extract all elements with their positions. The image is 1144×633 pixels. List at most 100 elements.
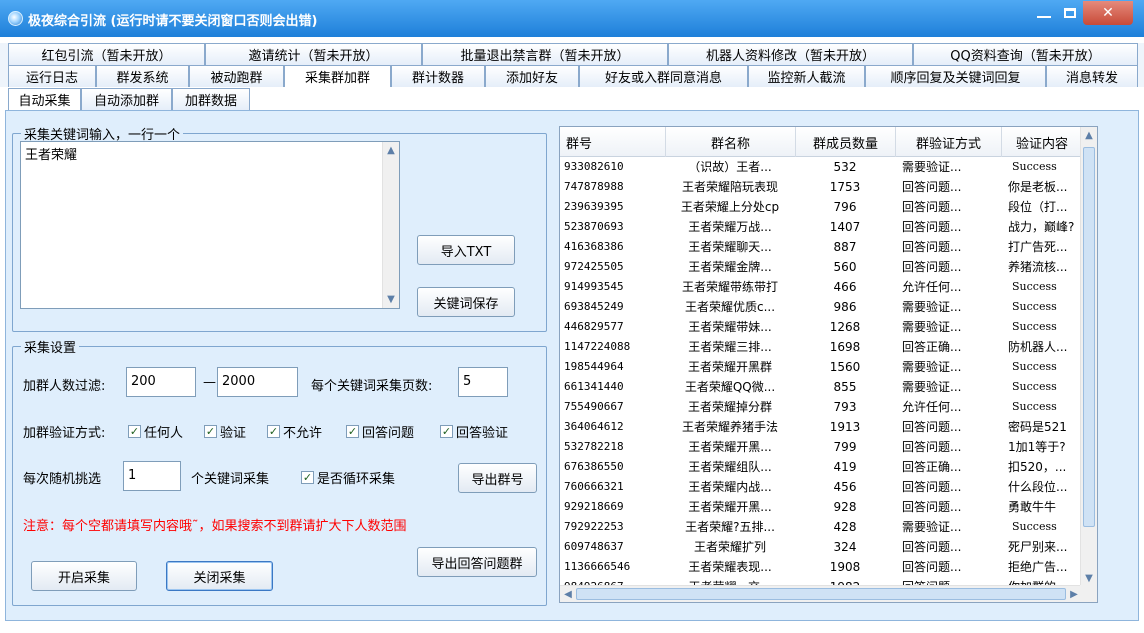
cell-group-name: 王者荣耀开黑...	[688, 500, 772, 514]
cell-verify-method: 回答问题...	[902, 560, 962, 574]
member-min-input[interactable]: 200	[126, 367, 196, 397]
check-icon: ✓	[346, 425, 359, 438]
tab-collect-join[interactable]: 采集群加群	[284, 65, 391, 87]
start-collect-button[interactable]: 开启采集	[31, 561, 137, 591]
import-txt-button[interactable]: 导入TXT	[417, 235, 515, 265]
table-row[interactable]: 1147224088 王者荣耀三排... 1698 回答正确... 防机器人...	[560, 337, 1081, 357]
member-max-input[interactable]: 2000	[217, 367, 298, 397]
col-header-verify-content[interactable]: 验证内容	[1002, 127, 1082, 157]
loop-collect-label: 是否循环采集	[317, 472, 396, 487]
tab-friend-accept[interactable]: 好友或入群同意消息	[579, 65, 748, 87]
table-row[interactable]: 760666321 王者荣耀内战... 456 回答问题... 什么段位...	[560, 477, 1081, 497]
cell-member-count: 1268	[829, 320, 861, 334]
table-scroll-left-icon[interactable]: ◀	[560, 586, 576, 602]
table-row[interactable]: 693845249 王者荣耀优质c... 986 需要验证... Success	[560, 297, 1081, 317]
tab-keyword-reply[interactable]: 顺序回复及关键词回复	[865, 65, 1046, 87]
cell-group-name: 王者荣耀QQ微...	[684, 380, 776, 394]
subtab-group-data[interactable]: 加群数据	[172, 88, 250, 110]
keyword-scrollbar[interactable]: ▲ ▼	[382, 142, 399, 308]
tab-batch-exit[interactable]: 批量退出禁言群（暂未开放）	[422, 43, 668, 65]
subtab-auto-add-group[interactable]: 自动添加群	[81, 88, 172, 110]
loop-collect-checkbox[interactable]: ✓ 是否循环采集	[301, 468, 395, 487]
tab-row-1: 红包引流（暂未开放） 邀请统计（暂未开放） 批量退出禁言群（暂未开放） 机器人资…	[0, 43, 1144, 65]
cell-verify-content: 战力，巅峰?	[1008, 220, 1075, 234]
check-icon: ✓	[301, 471, 314, 484]
table-row[interactable]: 239639395 王者荣耀上分处cp 796 回答问题... 段位（打...	[560, 197, 1081, 217]
table-row[interactable]: 198544964 王者荣耀开黑群 1560 需要验证... Success	[560, 357, 1081, 377]
cell-group-name: 王者荣耀扩列	[693, 540, 766, 554]
table-row[interactable]: 364064612 王者荣耀养猪手法 1913 回答问题... 密码是521	[560, 417, 1081, 437]
table-row[interactable]: 661341440 王者荣耀QQ微... 855 需要验证... Success	[560, 377, 1081, 397]
verify-anyone-checkbox[interactable]: ✓ 任何人	[128, 422, 183, 441]
pages-input[interactable]: 5	[458, 367, 508, 397]
export-groups-button[interactable]: 导出群号	[458, 463, 537, 493]
stop-collect-button[interactable]: 关闭采集	[166, 561, 273, 591]
table-row[interactable]: 755490667 王者荣耀掉分群 793 允许任何... Success	[560, 397, 1081, 417]
cell-verify-content: Success	[1012, 360, 1057, 373]
cell-group-name: 王者荣耀带妹...	[688, 320, 772, 334]
verify-disallow-checkbox[interactable]: ✓ 不允许	[267, 422, 322, 441]
tab-invite-stats[interactable]: 邀请统计（暂未开放）	[205, 43, 422, 65]
table-row[interactable]: 1136666546 王者荣耀表现... 1908 回答问题... 拒绝广告...	[560, 557, 1081, 577]
results-table[interactable]: 群号 群名称 群成员数量 群验证方式 验证内容 933082610 （识故）王者.…	[559, 126, 1098, 603]
col-header-verify-method[interactable]: 群验证方式	[896, 127, 1002, 157]
cell-group-id: 792922253	[564, 520, 624, 533]
table-vertical-thumb[interactable]	[1083, 147, 1095, 527]
col-header-member-count[interactable]: 群成员数量	[796, 127, 896, 157]
subtab-auto-collect[interactable]: 自动采集	[8, 88, 81, 110]
table-row[interactable]: 523870693 王者荣耀万战... 1407 回答问题... 战力，巅峰?	[560, 217, 1081, 237]
table-row[interactable]: 609748637 王者荣耀扩列 324 回答问题... 死尸别来...	[560, 537, 1081, 557]
tab-mass-send[interactable]: 群发系统	[96, 65, 189, 87]
tab-robot-profile[interactable]: 机器人资料修改（暂未开放）	[668, 43, 913, 65]
table-row[interactable]: 929218669 王者荣耀开黑... 928 回答问题... 勇敢牛牛	[560, 497, 1081, 517]
verify-answer-verify-checkbox[interactable]: ✓ 回答验证	[440, 422, 508, 441]
tab-group-counter[interactable]: 群计数器	[391, 65, 485, 87]
random-pick-input[interactable]: 1	[123, 461, 181, 491]
cell-group-name: （识故）王者...	[688, 160, 772, 174]
table-row[interactable]: 416368386 王者荣耀聊天... 887 回答问题... 打广告死...	[560, 237, 1081, 257]
save-keywords-button[interactable]: 关键词保存	[417, 287, 515, 317]
cell-group-id: 198544964	[564, 360, 624, 373]
scroll-down-icon[interactable]: ▼	[383, 291, 399, 308]
table-row[interactable]: 676386550 王者荣耀组队... 419 回答正确... 扣520，...	[560, 457, 1081, 477]
keyword-textarea[interactable]: 王者荣耀 ▲ ▼	[20, 141, 400, 309]
cell-verify-method: 回答正确...	[902, 460, 962, 474]
table-row[interactable]: 972425505 王者荣耀金牌... 560 回答问题... 养猪流核...	[560, 257, 1081, 277]
tab-passive-run[interactable]: 被动跑群	[189, 65, 284, 87]
verify-answer-checkbox[interactable]: ✓ 回答问题	[346, 422, 414, 441]
cell-verify-content: Success	[1012, 400, 1057, 413]
scroll-up-icon[interactable]: ▲	[383, 142, 399, 159]
table-horizontal-scrollbar[interactable]: ◀ ▶	[560, 585, 1082, 602]
tab-run-log[interactable]: 运行日志	[8, 65, 96, 87]
export-qa-button[interactable]: 导出回答问题群	[417, 547, 537, 577]
tab-qq-query[interactable]: QQ资料查询（暂未开放）	[913, 43, 1138, 65]
table-row[interactable]: 446829577 王者荣耀带妹... 1268 需要验证... Success	[560, 317, 1081, 337]
table-horizontal-thumb[interactable]	[576, 588, 1066, 600]
table-row[interactable]: 747878988 王者荣耀陪玩表现 1753 回答问题... 你是老板...	[560, 177, 1081, 197]
table-vertical-scrollbar[interactable]: ▲ ▼	[1080, 127, 1097, 587]
title-bar: 极夜综合引流 (运行时请不要关闭窗口否则会出错) ✕	[0, 0, 1144, 37]
cell-group-name: 王者荣耀上分处cp	[680, 200, 780, 214]
table-row[interactable]: 532782218 王者荣耀开黑... 799 回答问题... 1加1等于?	[560, 437, 1081, 457]
table-row[interactable]: 933082610 （识故）王者... 532 需要验证... Success	[560, 157, 1081, 177]
close-button[interactable]: ✕	[1083, 1, 1133, 25]
tab-monitor-newcomer[interactable]: 监控新人截流	[748, 65, 865, 87]
cell-verify-method: 需要验证...	[902, 520, 962, 534]
cell-group-name: 王者荣耀陪玩表现	[681, 180, 778, 194]
table-row[interactable]: 914993545 王者荣耀带练带打 466 允许任何... Success	[560, 277, 1081, 297]
tab-add-friend[interactable]: 添加好友	[485, 65, 579, 87]
table-scroll-up-icon[interactable]: ▲	[1081, 127, 1097, 144]
cell-group-id: 446829577	[564, 320, 624, 333]
minimize-button[interactable]	[1031, 1, 1057, 25]
tab-forward[interactable]: 消息转发	[1046, 65, 1138, 87]
col-header-group-id[interactable]: 群号	[560, 127, 666, 157]
verify-verify-checkbox[interactable]: ✓ 验证	[204, 422, 246, 441]
table-row[interactable]: 792922253 王者荣耀?五排... 428 需要验证... Success	[560, 517, 1081, 537]
tab-hongbao[interactable]: 红包引流（暂未开放）	[8, 43, 205, 65]
maximize-button[interactable]	[1057, 1, 1083, 25]
cell-verify-content: 什么段位...	[1008, 480, 1068, 494]
app-icon	[8, 11, 23, 26]
cell-verify-content: 养猪流核...	[1008, 260, 1068, 274]
cell-verify-method: 回答问题...	[902, 220, 962, 234]
col-header-group-name[interactable]: 群名称	[666, 127, 796, 157]
